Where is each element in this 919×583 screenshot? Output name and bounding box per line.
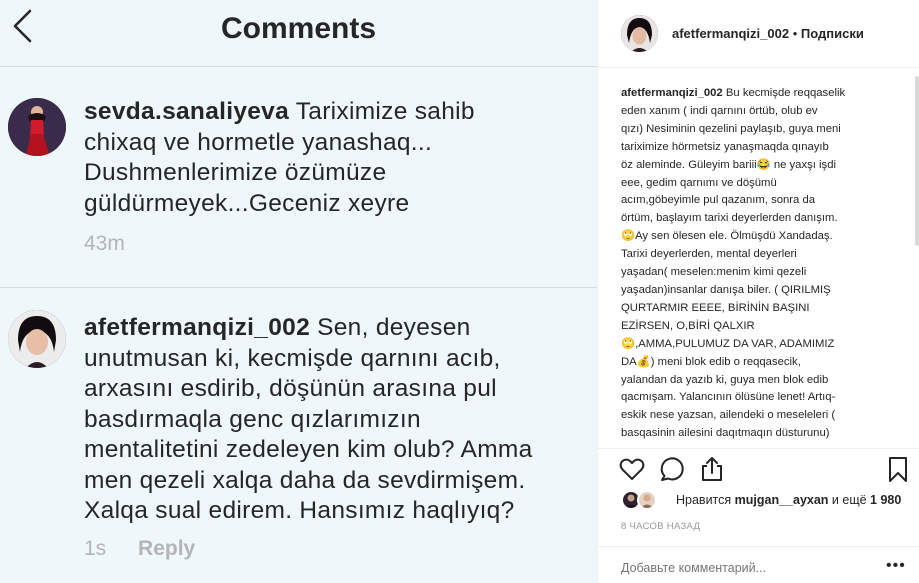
header-divider [0,66,597,67]
comment-line: arxasını esdirib, döşünün arasına pul [84,375,497,402]
likes-row: Нравится mujgan__ayxan и ещё 1 980 [621,490,911,512]
share-icon[interactable] [698,455,726,483]
comment-username: afetfermanqizi_002 [84,314,310,341]
caption-line: tariximize hörmetsiz yanaşmaqda qınayıb [621,140,829,153]
caption-line: yaşadan( meselen:menim kimi qezeli [621,266,807,279]
section-divider [598,448,919,449]
caption-line: basqasinin ailesini daqıtmaqın düsturunu… [621,427,830,440]
likes-prefix: Нравится [676,493,735,507]
likes-text: Нравится mujgan__ayxan и ещё 1 980 [676,493,901,507]
reply-button: Reply [138,537,196,560]
bookmark-icon[interactable] [884,455,912,483]
comment-line: Sen, deyesen [317,314,471,341]
comments-screenshot: Comments sevda.sanaliyeva Tariximize sah… [0,0,597,583]
caption-line: EZİRSEN, O,BİRİ QALXIR [621,319,755,332]
author-avatar[interactable] [621,15,658,52]
author-username[interactable]: afetfermanqizi_002 [672,26,789,41]
comment-line: chixaq ve hormetle yanashaq... [84,128,433,156]
caption-line: 🙄,AMMA,PULUMUZ DA VAR, ADAMIMIZ [621,337,835,350]
caption-line: 🙄Ay sen ölesen ele. Ölmüşdü Xandadaş. [621,230,833,243]
caption-line: yaşadan)insanlar danışa biler. ( QIRILMI… [621,283,831,296]
post-actions [598,452,919,484]
liker-avatar[interactable] [637,490,657,510]
caption-username[interactable]: afetfermanqizi_002 [621,87,723,99]
comment-time: 1s [84,537,107,560]
avatar [8,98,66,156]
caption-line: örtüm, başlayım tarixi deyerlerden danış… [621,212,838,225]
caption-line: öz aleminde. Güleyim bariii😂 ne yaxşı iş… [621,158,836,171]
post-header: afetfermanqizi_002 • Подписки [598,0,919,68]
caption-line: eee, gedim qarnımı ve döşümü [621,176,777,189]
comment-icon[interactable] [658,455,686,483]
caption-line: qacmışam. Yalancının ölüsüne lenet! Artı… [621,391,836,404]
comment-divider [0,287,597,288]
add-comment-input[interactable] [621,561,841,575]
avatar [8,310,66,368]
comment-meta: 1s Reply [84,537,195,561]
caption-line: QURTARMIR EEEE, BİRİNİN BAŞINI [621,301,810,314]
comment-text: sevda.sanaliyeva Tariximize sahib chixaq… [84,97,584,219]
header-separator: • [792,26,798,41]
comment-line: men qezeli xalqa daha da sevdirmişem. [84,466,526,494]
comment-username: sevda.sanaliyeva [84,98,290,125]
section-divider [598,546,919,547]
more-options-icon[interactable]: ••• [886,557,906,575]
comments-header: Comments [0,0,597,62]
caption-line: eskik nese yazsan, ailendeki o meseleler… [621,409,836,422]
post-timestamp[interactable]: 8 ЧАСОВ НАЗАД [621,521,700,532]
post-sidebar: afetfermanqizi_002 • Подписки afetferman… [597,0,919,583]
comment-line: güldürmeyek...Geceniz xeyre [84,189,410,217]
comment-meta: 43m [84,232,125,256]
caption-scrollbar[interactable] [915,76,919,246]
comment-line: Dushmenlerimize özümüze [84,159,387,186]
caption-line: qızı) Nesiminin qezelini paylaşıb, guya … [621,122,841,135]
liker-username[interactable]: mujgan__ayxan [735,493,829,507]
likes-mid: и ещё [828,493,871,507]
caption-line: eden xanım ( indi qarnını örtüb, olub ev [621,104,818,117]
post-author: afetfermanqizi_002 • Подписки [672,26,864,41]
comment-text: afetfermanqizi_002 Sen, deyesen unutmusa… [84,313,584,527]
heart-icon[interactable] [618,455,646,483]
comment-line: mentalitetini zedeleyen kim olub? Amma [84,436,533,463]
caption-line: Tarixi deyerlerden, mental deyerleri [621,248,797,261]
post-caption: afetfermanqizi_002 Bu kecmişde reqqaseli… [621,85,893,443]
caption-line: acım,göbeyimle pul qazanım, sonra da [621,194,816,207]
comments-title: Comments [220,12,377,45]
following-button[interactable]: Подписки [801,26,864,41]
caption-line: yalandan da yazıb ki, guya men blok edib [621,373,829,386]
comment-line: basdırmaqla genc qızlarımızın [84,405,421,433]
comment-time: 43m [84,232,125,255]
caption-line: DA💰) meni blok edib o reqqasecik, [621,355,801,368]
comment-line: Xalqa sual edirem. Hansımız haqlıyıq? [84,497,515,524]
likes-count[interactable]: 1 980 [870,493,901,507]
caption-line: Bu kecmişde reqqaselik [722,87,846,99]
comment-line: unutmusan ki, kecmişde qarnını acıb, [84,344,501,372]
comment-line: Tariximize sahib [295,98,475,125]
